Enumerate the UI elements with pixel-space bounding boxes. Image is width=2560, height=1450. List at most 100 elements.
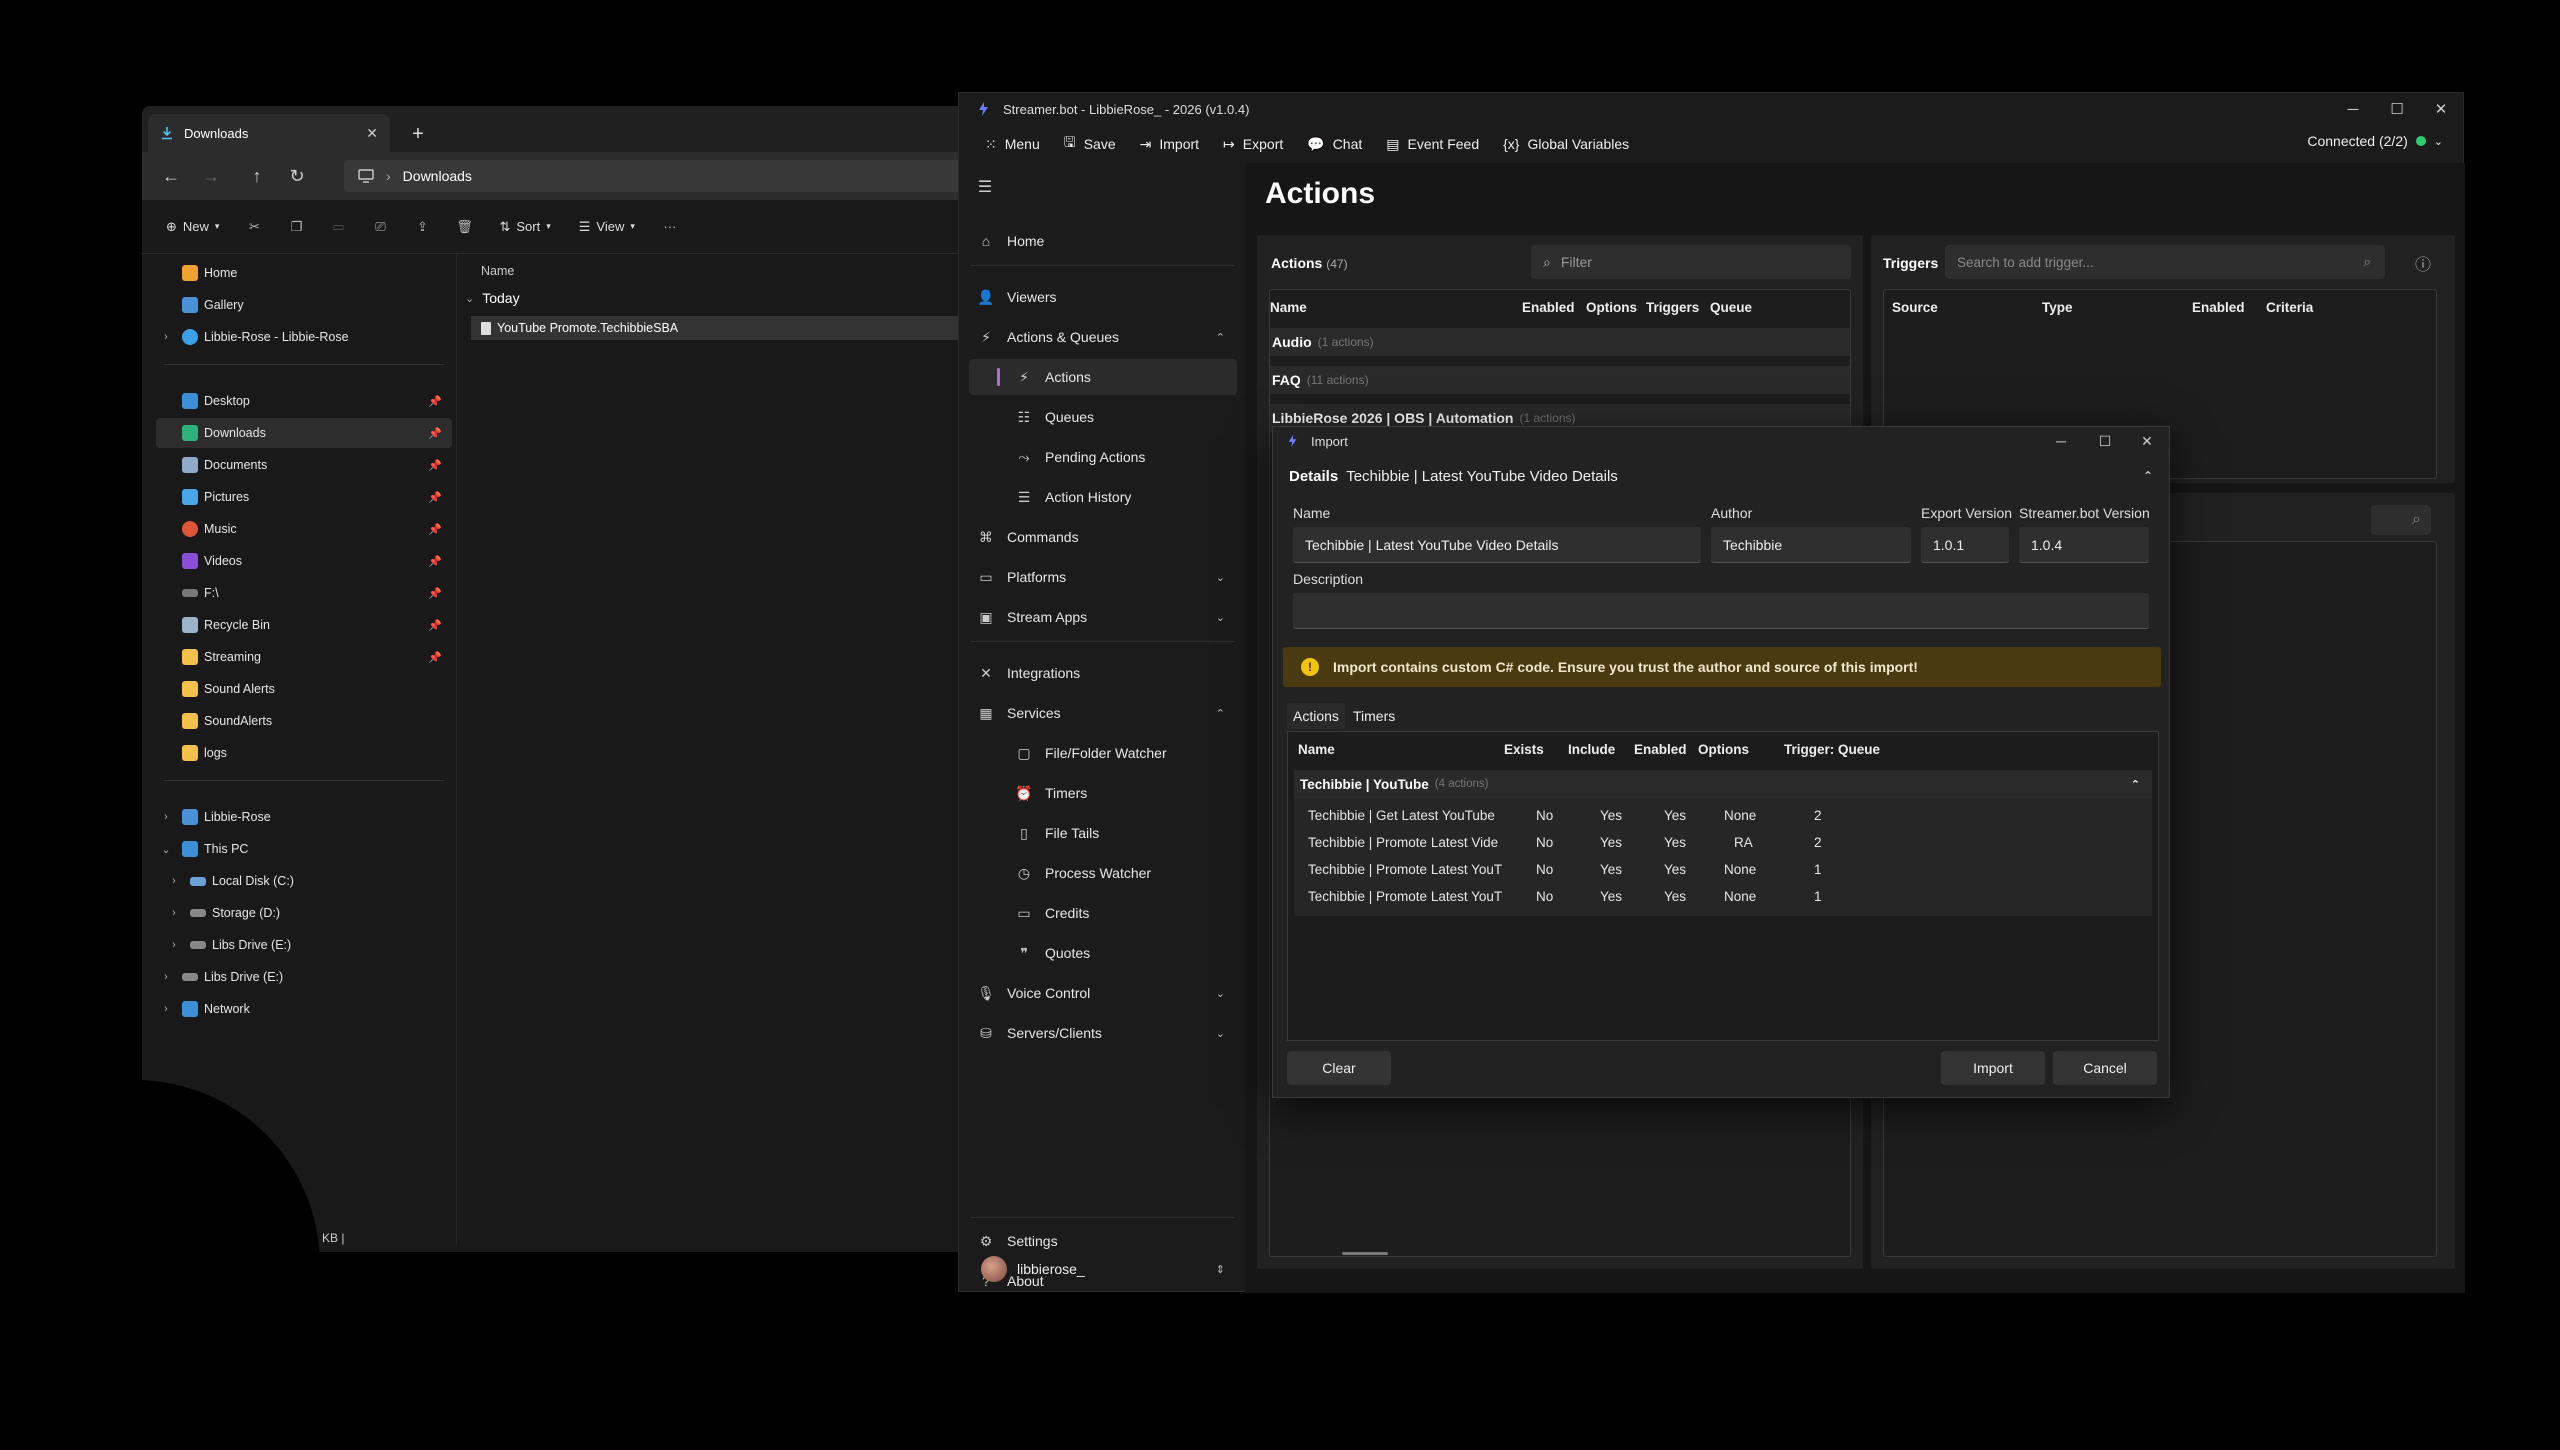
details-header[interactable]: Details Techibbie | Latest YouTube Video…: [1283, 461, 2161, 491]
import-button[interactable]: Import: [1941, 1051, 2045, 1085]
row-include[interactable]: Yes: [1600, 889, 1622, 904]
author-field[interactable]: Techibbie: [1711, 527, 1911, 563]
sidebar-item-services[interactable]: ▦ Services ⌃: [969, 695, 1237, 731]
chevron-down-icon[interactable]: ⌄: [156, 843, 176, 856]
nav-item-home[interactable]: Home: [156, 258, 452, 288]
col-type[interactable]: Type: [2042, 300, 2073, 315]
actions-filter-input[interactable]: ⌕ Filter: [1531, 245, 1851, 279]
forward-icon[interactable]: →: [196, 162, 226, 190]
col-triggers[interactable]: Triggers: [1646, 300, 1699, 315]
horizontal-scrollbar[interactable]: [1342, 1252, 1388, 1255]
save-button[interactable]: 🖫 Save: [1054, 127, 1126, 161]
chat-button[interactable]: 💬 Chat: [1297, 127, 1372, 161]
sidebar-item-voice-control[interactable]: 🎙 Voice Control ⌄: [969, 975, 1237, 1011]
sidebar-item-file-folder-watcher[interactable]: ▢ File/Folder Watcher: [969, 735, 1237, 771]
sidebar-item-process-watcher[interactable]: ◷ Process Watcher: [969, 855, 1237, 891]
row-enabled[interactable]: Yes: [1664, 889, 1686, 904]
table-row[interactable]: Techibbie | Promote Latest Vide No Yes Y…: [1294, 829, 2148, 856]
sidebar-item-pending-actions[interactable]: ⤳ Pending Actions: [969, 439, 1237, 475]
sidebar-item-queues[interactable]: ☷ Queues: [969, 399, 1237, 435]
col-enabled[interactable]: Enabled: [2192, 300, 2245, 315]
chevron-right-icon[interactable]: ›: [164, 907, 184, 919]
col-queue[interactable]: Queue: [1710, 300, 1752, 315]
minimize-icon[interactable]: ─: [2331, 93, 2375, 125]
trigger-search-input[interactable]: Search to add trigger... ⌕: [1945, 245, 2385, 279]
table-row[interactable]: Techibbie | Promote Latest YouT No Yes Y…: [1294, 883, 2148, 910]
import-button[interactable]: ⇥ Import: [1130, 127, 1209, 161]
col-enabled[interactable]: Enabled: [1634, 742, 1687, 757]
export-button[interactable]: ↦ Export: [1213, 127, 1293, 161]
row-enabled[interactable]: Yes: [1664, 862, 1686, 877]
col-exists[interactable]: Exists: [1504, 742, 1544, 757]
col-criteria[interactable]: Criteria: [2266, 300, 2313, 315]
sidebar-item-integrations[interactable]: ✕ Integrations: [969, 655, 1237, 691]
nav-item-downloads[interactable]: Downloads 📌: [156, 418, 452, 448]
new-button[interactable]: ⊕ New ▾: [156, 211, 229, 243]
sort-button[interactable]: ⇅ Sort ▾: [489, 211, 560, 243]
name-field[interactable]: Techibbie | Latest YouTube Video Details: [1293, 527, 1701, 563]
col-options[interactable]: Options: [1586, 300, 1637, 315]
table-row[interactable]: Techibbie | Get Latest YouTube No Yes Ye…: [1294, 802, 2148, 829]
nav-item-logs[interactable]: logs: [156, 738, 452, 768]
maximize-icon[interactable]: ☐: [2083, 427, 2127, 455]
nav-item-f-drive[interactable]: F:\ 📌: [156, 578, 452, 608]
sidebar-item-actions[interactable]: ⚡ Actions: [969, 359, 1237, 395]
user-profile[interactable]: libbierose_ ⇕: [969, 1251, 1237, 1287]
nav-item-storage[interactable]: › Storage (D:): [164, 898, 460, 928]
file-item[interactable]: YouTube Promote.TechibbieSBA: [471, 316, 962, 340]
action-group-row[interactable]: FAQ (11 actions): [1270, 366, 1850, 394]
col-name[interactable]: Name: [1270, 300, 1307, 315]
import-group-row[interactable]: Techibbie | YouTube (4 actions) ⌃: [1294, 770, 2152, 798]
sidebar-item-actions-queues[interactable]: ⚡ Actions & Queues ⌃: [969, 319, 1237, 355]
connection-status[interactable]: Connected (2/2) ⌄: [2307, 133, 2443, 149]
row-enabled[interactable]: Yes: [1664, 835, 1686, 850]
cut-icon[interactable]: ✂: [237, 211, 271, 243]
delete-icon[interactable]: 🗑: [447, 211, 481, 243]
row-include[interactable]: Yes: [1600, 835, 1622, 850]
row-enabled[interactable]: Yes: [1664, 808, 1686, 823]
nav-item-libbie-rose[interactable]: › Libbie-Rose: [156, 802, 452, 832]
chevron-right-icon[interactable]: ›: [156, 1003, 176, 1015]
group-header-today[interactable]: ⌄ Today: [465, 290, 520, 306]
chevron-right-icon[interactable]: ›: [156, 811, 176, 823]
nav-item-sound-alerts[interactable]: Sound Alerts: [156, 674, 452, 704]
chevron-right-icon[interactable]: ›: [156, 331, 176, 343]
description-field[interactable]: [1293, 593, 2149, 629]
col-options[interactable]: Options: [1698, 742, 1749, 757]
view-button[interactable]: ☰ View ▾: [569, 211, 645, 243]
sidebar-item-commands[interactable]: ⌘ Commands: [969, 519, 1237, 555]
nav-item-onedrive[interactable]: › Libbie-Rose - Libbie-Rose: [156, 322, 452, 352]
sb-version-field[interactable]: 1.0.4: [2019, 527, 2149, 563]
tab-timers[interactable]: Timers: [1347, 703, 1401, 729]
chevron-up-icon[interactable]: ⌃: [2131, 778, 2140, 791]
nav-item-desktop[interactable]: Desktop 📌: [156, 386, 452, 416]
tab-actions[interactable]: Actions: [1287, 703, 1345, 729]
nav-item-streaming[interactable]: Streaming 📌: [156, 642, 452, 672]
nav-item-libs-drive-root[interactable]: › Libs Drive (E:): [156, 962, 452, 992]
sidebar-item-viewers[interactable]: 👤 Viewers: [969, 279, 1237, 315]
sidebar-item-quotes[interactable]: ❞ Quotes: [969, 935, 1237, 971]
sidebar-item-platforms[interactable]: ▭ Platforms ⌄: [969, 559, 1237, 595]
chevron-right-icon[interactable]: ›: [156, 971, 176, 983]
copy-icon[interactable]: ❐: [279, 211, 313, 243]
global-variables-button[interactable]: {x} Global Variables: [1493, 127, 1639, 161]
close-icon[interactable]: ✕: [2419, 93, 2463, 125]
up-icon[interactable]: ↑: [242, 162, 272, 190]
sidebar-item-file-tails[interactable]: ▯ File Tails: [969, 815, 1237, 851]
nav-item-recycle-bin[interactable]: Recycle Bin 📌: [156, 610, 452, 640]
col-include[interactable]: Include: [1568, 742, 1615, 757]
nav-item-music[interactable]: Music 📌: [156, 514, 452, 544]
hamburger-icon[interactable]: ☰: [975, 177, 995, 197]
action-group-row[interactable]: Audio (1 actions): [1270, 328, 1850, 356]
nav-item-gallery[interactable]: Gallery: [156, 290, 452, 320]
nav-item-libs-drive[interactable]: › Libs Drive (E:): [164, 930, 460, 960]
info-icon[interactable]: ⓘ: [2411, 251, 2435, 275]
paste-icon[interactable]: ▭: [321, 211, 355, 243]
nav-item-videos[interactable]: Videos 📌: [156, 546, 452, 576]
sidebar-item-action-history[interactable]: ☰ Action History: [969, 479, 1237, 515]
nav-item-documents[interactable]: Documents 📌: [156, 450, 452, 480]
col-source[interactable]: Source: [1892, 300, 1938, 315]
more-icon[interactable]: ···: [653, 211, 687, 243]
col-trigger-queue[interactable]: Trigger: Queue: [1784, 742, 1880, 757]
table-row[interactable]: Techibbie | Promote Latest YouT No Yes Y…: [1294, 856, 2148, 883]
